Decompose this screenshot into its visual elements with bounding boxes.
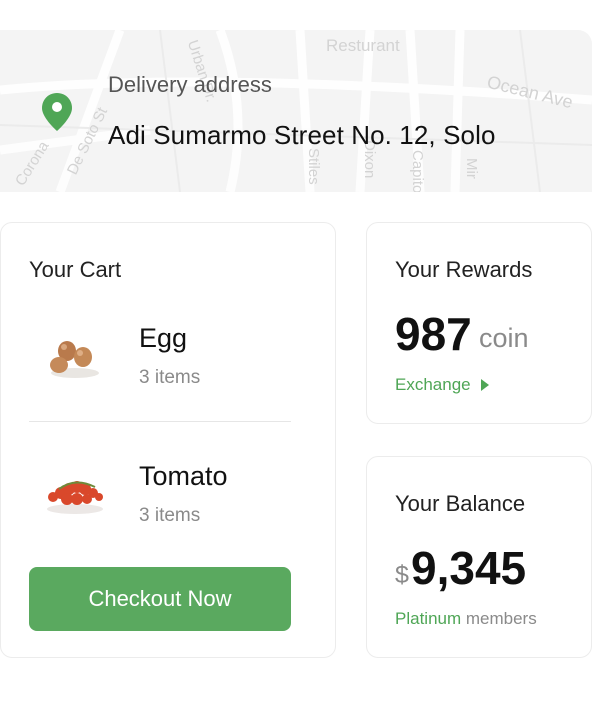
exchange-label: Exchange [395,375,471,394]
delivery-map[interactable]: Urban Dr. Resturant Ocean Ave De Soto St… [0,30,592,192]
cart-item-qty: 3 items [139,505,201,526]
rewards-unit: coin [479,323,529,353]
cart-title: Your Cart [29,257,122,282]
play-arrow-icon [480,379,489,391]
balance-title: Your Balance [395,491,526,516]
rewards-card: Your Rewards 987 coin Exchange [366,222,592,424]
cart-item[interactable]: Tomato 3 items [29,441,291,551]
balance-card: Your Balance $ 9,345 Platinum members [366,456,592,658]
egg-product-image [50,341,99,378]
map-label-mir: Mir [463,158,480,179]
cart-card: Your Cart Egg 3 items Tomato 3 items Che… [0,222,336,658]
exchange-link[interactable]: Exchange [395,375,489,395]
delivery-address-value[interactable]: Adi Sumarmo Street No. 12, Solo [108,120,496,151]
checkout-button[interactable]: Checkout Now [29,567,291,631]
map-label-capitol: Capitol [409,150,426,192]
delivery-address-caption: Delivery address [108,72,272,97]
membership-tier: Platinum members [395,609,537,629]
cart-divider [29,421,291,422]
rewards-amount: 987 [395,308,472,360]
membership-tier-name: Platinum [395,609,462,628]
balance-amount: 9,345 [411,542,527,594]
map-roads [0,30,592,192]
cart-item-name: Tomato [139,461,228,491]
location-pin-icon [42,93,72,131]
membership-tier-suffix: members [465,609,537,628]
cart-item[interactable]: Egg 3 items [29,303,291,413]
map-label-stiles: Stiles [305,148,322,185]
cart-item-qty: 3 items [139,367,201,388]
rewards-title: Your Rewards [395,257,533,282]
tomato-product-image [47,481,103,514]
cart-item-name: Egg [139,323,188,353]
balance-currency: $ [395,561,409,589]
map-label-restaurant: Resturant [326,36,400,55]
